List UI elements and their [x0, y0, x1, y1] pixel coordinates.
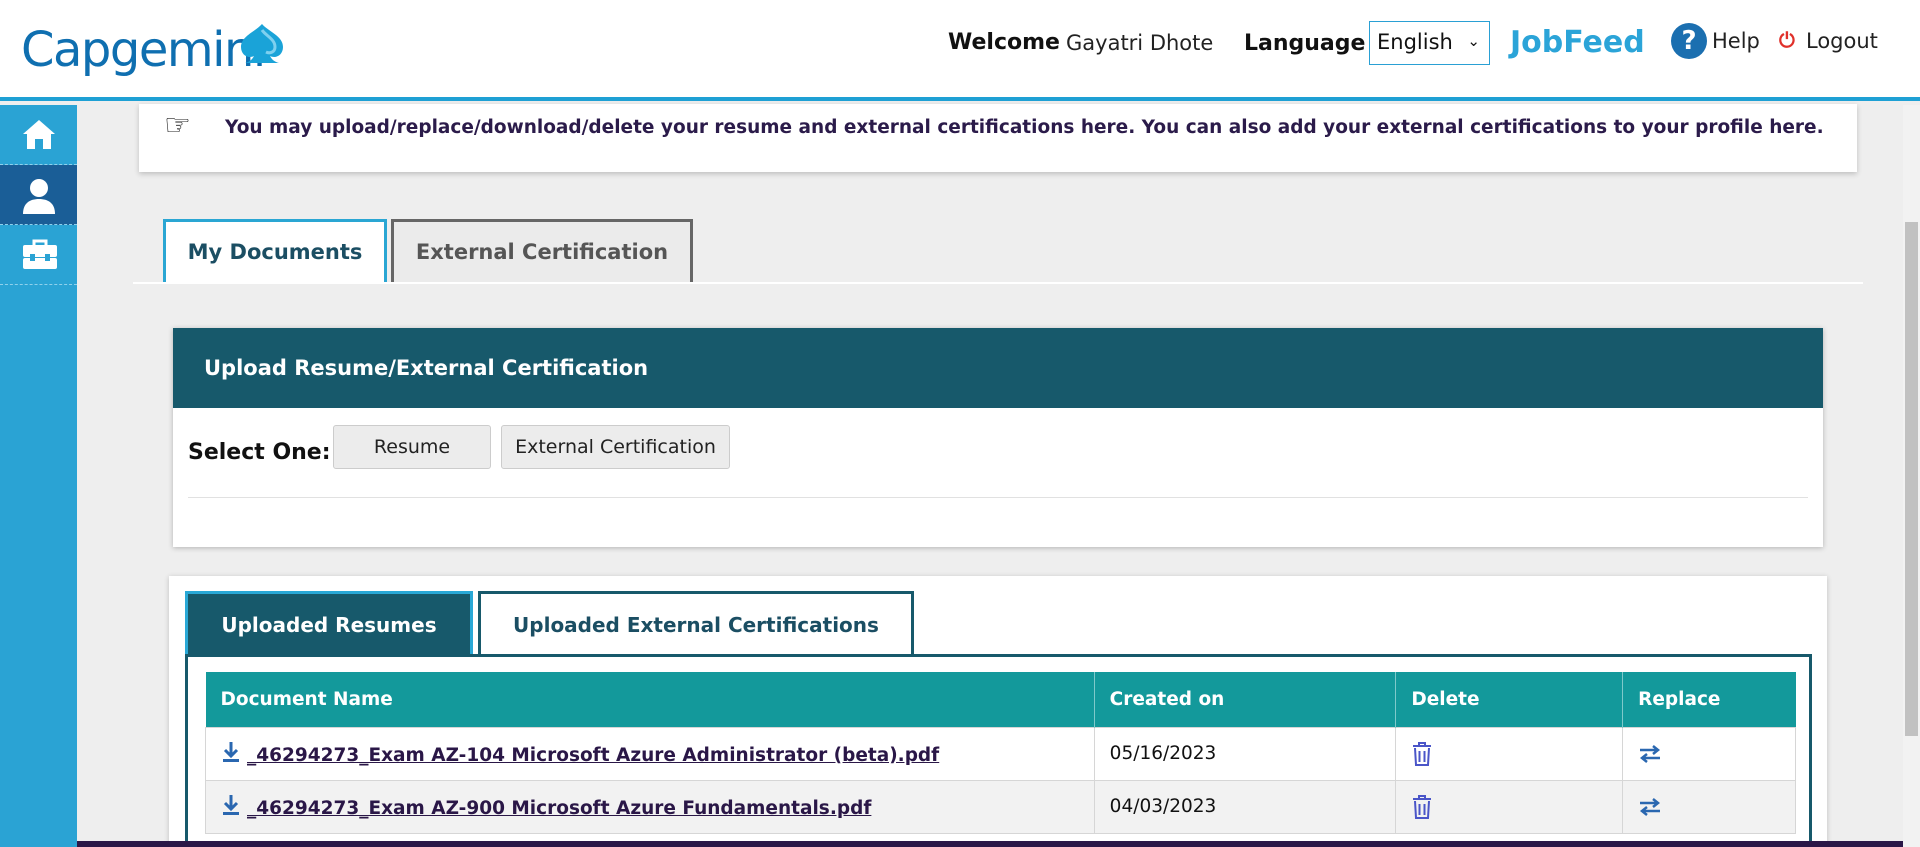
logout-link[interactable]: Logout — [1806, 29, 1878, 53]
info-banner: ☞ You may upload/replace/download/delete… — [139, 104, 1857, 172]
language-select[interactable]: English ⌄ — [1369, 21, 1490, 65]
toolbox-icon — [23, 239, 57, 269]
user-name: Gayatri Dhote — [1066, 31, 1214, 55]
welcome-label: Welcome — [948, 30, 1060, 55]
column-header-delete: Delete — [1395, 672, 1624, 727]
language-label: Language — [1244, 31, 1366, 56]
trash-icon[interactable] — [1411, 794, 1433, 820]
tab-uploaded-external-certifications[interactable]: Uploaded External Certifications — [478, 591, 914, 655]
replace-cell — [1622, 726, 1796, 781]
swap-arrows-icon[interactable] — [1638, 744, 1662, 764]
document-name-cell: _46294273_Exam AZ-104 Microsoft Azure Ad… — [205, 726, 1095, 781]
top-header: Capgemini Welcome Gayatri Dhote Language… — [0, 0, 1920, 101]
capgemini-logo[interactable]: Capgemini — [21, 18, 286, 88]
delete-cell — [1395, 726, 1624, 781]
upload-divider — [188, 497, 1808, 498]
document-link[interactable]: _46294273_Exam AZ-900 Microsoft Azure Fu… — [247, 798, 871, 819]
language-value: English — [1377, 30, 1453, 54]
jobfeed-link[interactable]: JobFeed — [1510, 25, 1645, 60]
select-one-label: Select One: — [188, 440, 331, 465]
created-on-cell: 04/03/2023 — [1093, 779, 1397, 834]
created-on-cell: 05/16/2023 — [1093, 726, 1397, 781]
resume-button[interactable]: Resume — [333, 425, 491, 469]
bottom-bar — [77, 841, 1903, 847]
table-header-row: Document Name Created on Delete Replace — [205, 672, 1796, 727]
pointing-hand-icon: ☞ — [164, 108, 191, 143]
banner-text: You may upload/replace/download/delete y… — [225, 117, 1824, 138]
column-header-document-name: Document Name — [205, 672, 1095, 727]
external-certification-button[interactable]: External Certification — [501, 425, 730, 469]
home-icon — [23, 120, 55, 149]
upload-panel: Upload Resume/External Certification Sel… — [173, 328, 1823, 547]
swap-arrows-icon[interactable] — [1638, 797, 1662, 817]
table-frame: Document Name Created on Delete Replace … — [185, 654, 1812, 847]
tab-external-certification[interactable]: External Certification — [391, 219, 693, 283]
column-header-replace: Replace — [1622, 672, 1796, 727]
uploaded-documents-panel: Uploaded Resumes Uploaded External Certi… — [169, 576, 1827, 847]
column-header-created-on: Created on — [1094, 672, 1397, 727]
table-row: _46294273_Exam AZ-104 Microsoft Azure Ad… — [205, 726, 1796, 781]
download-icon[interactable] — [221, 794, 241, 816]
sidebar — [0, 105, 77, 847]
replace-cell — [1622, 779, 1796, 834]
power-icon[interactable]: ⏻ — [1779, 28, 1795, 52]
delete-cell — [1395, 779, 1624, 834]
document-link[interactable]: _46294273_Exam AZ-104 Microsoft Azure Ad… — [247, 745, 939, 766]
table-row: _46294273_Exam AZ-900 Microsoft Azure Fu… — [205, 779, 1796, 834]
tabs-divider — [133, 282, 1863, 284]
chevron-down-icon: ⌄ — [1467, 32, 1480, 50]
upload-panel-header: Upload Resume/External Certification — [173, 328, 1823, 408]
logo-text: Capgemini — [21, 22, 266, 78]
documents-table: Document Name Created on Delete Replace … — [205, 672, 1796, 834]
user-icon — [23, 179, 55, 214]
sidebar-item-toolbox[interactable] — [0, 225, 77, 285]
document-name-cell: _46294273_Exam AZ-900 Microsoft Azure Fu… — [205, 779, 1095, 834]
sidebar-item-home[interactable] — [0, 105, 77, 165]
trash-icon[interactable] — [1411, 741, 1433, 767]
tab-uploaded-resumes[interactable]: Uploaded Resumes — [185, 591, 473, 655]
spade-logo-icon — [241, 24, 283, 63]
help-icon[interactable]: ? — [1671, 23, 1707, 59]
upload-title: Upload Resume/External Certification — [204, 356, 649, 380]
help-link[interactable]: Help — [1712, 29, 1760, 53]
scrollbar-thumb[interactable] — [1905, 222, 1918, 736]
tab-my-documents[interactable]: My Documents — [163, 219, 387, 283]
download-icon[interactable] — [221, 741, 241, 763]
sidebar-item-profile[interactable] — [0, 165, 77, 225]
